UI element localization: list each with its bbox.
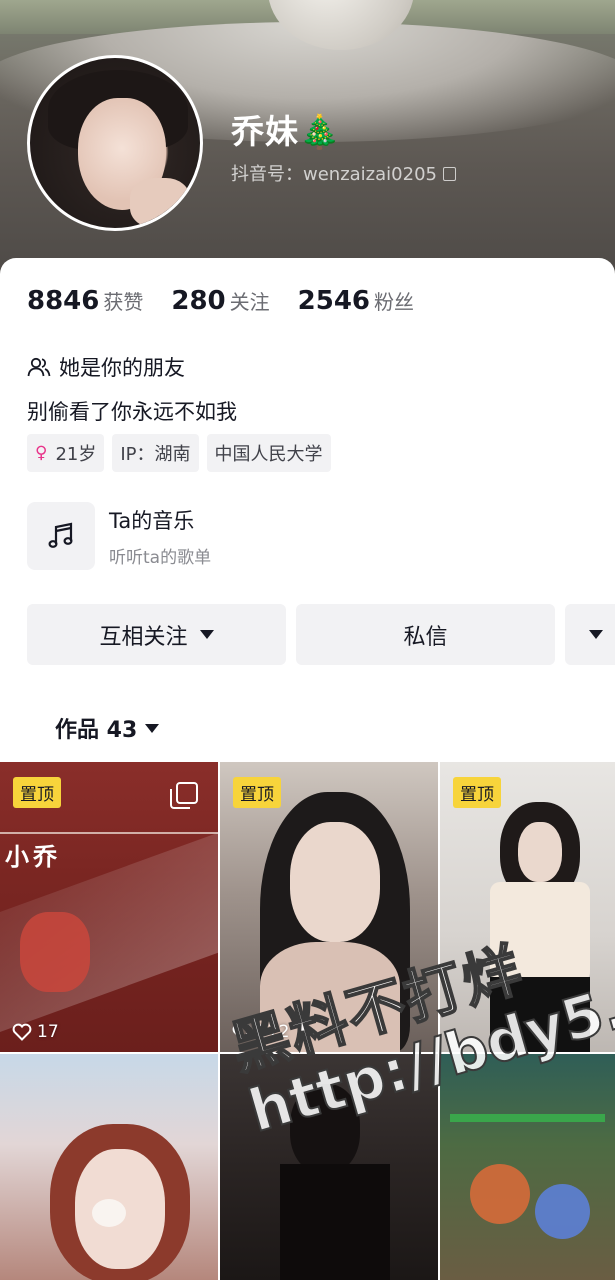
heart-icon <box>12 1023 32 1041</box>
video-thumbnail[interactable]: 置顶 372 <box>220 762 438 1052</box>
music-subtitle: 听听ta的歌单 <box>109 547 212 568</box>
relation-line: 她是你的朋友 <box>27 352 185 382</box>
female-icon: ♀ <box>35 443 48 463</box>
caret-down-icon <box>199 630 214 639</box>
multi-image-icon <box>170 782 198 809</box>
like-count: 17 <box>12 1022 59 1042</box>
stat-label: 粉丝 <box>374 290 415 314</box>
video-thumbnail[interactable] <box>220 1054 438 1280</box>
tags-row: ♀ 21岁 IP：湖南 中国人民大学 <box>27 434 331 472</box>
bio: 别偷看了你永远不如我 <box>27 400 237 424</box>
video-thumbnail[interactable]: 置顶 <box>440 762 615 1052</box>
action-buttons: 互相关注 私信 <box>27 604 615 665</box>
follow-label: 互相关注 <box>99 624 188 650</box>
nickname: 乔妹🎄 <box>231 112 342 151</box>
works-tab-label: 作品 43 <box>55 718 138 743</box>
stats-row: 8846 获赞 280 关注 2546 粉丝 <box>27 286 414 316</box>
tag-school[interactable]: 中国人民大学 <box>206 434 331 472</box>
stat-likes[interactable]: 8846 获赞 <box>27 286 143 316</box>
relation-text: 她是你的朋友 <box>59 356 185 380</box>
more-button[interactable] <box>565 604 615 665</box>
video-thumbnail[interactable] <box>440 1054 615 1280</box>
poster-title: 小乔 <box>5 843 61 871</box>
message-button[interactable]: 私信 <box>296 604 555 665</box>
music-entry[interactable]: Ta的音乐 听听ta的歌单 <box>27 502 211 570</box>
copy-icon[interactable] <box>442 167 456 181</box>
tab-works[interactable]: 作品 43 <box>55 712 160 744</box>
mutual-follow-button[interactable]: 互相关注 <box>27 604 286 665</box>
profile-banner: 乔妹🎄 抖音号：wenzaizai0205 <box>0 0 615 300</box>
caret-down-icon <box>589 630 603 639</box>
message-label: 私信 <box>403 624 448 650</box>
pinned-badge: 置顶 <box>453 777 501 808</box>
pinned-badge: 置顶 <box>13 777 61 808</box>
caret-down-icon <box>145 723 160 733</box>
avatar[interactable] <box>27 55 203 231</box>
douyin-id-text: 抖音号：wenzaizai0205 <box>231 164 437 185</box>
heart-icon <box>232 1023 252 1041</box>
stat-value: 2546 <box>297 286 371 316</box>
music-title: Ta的音乐 <box>109 508 195 533</box>
douyin-id[interactable]: 抖音号：wenzaizai0205 <box>231 160 456 186</box>
stat-followers[interactable]: 2546 粉丝 <box>298 286 414 316</box>
like-count: 372 <box>232 1022 289 1042</box>
stat-label: 获赞 <box>103 290 144 314</box>
tag-age: ♀ 21岁 <box>27 434 105 472</box>
stat-value: 8846 <box>27 286 100 316</box>
pinned-badge: 置顶 <box>233 777 281 808</box>
people-icon <box>27 357 51 377</box>
stat-value: 280 <box>171 286 226 316</box>
tag-ip: IP：湖南 <box>112 434 199 472</box>
video-thumbnail[interactable]: 小乔 置顶 17 <box>0 762 218 1052</box>
stat-following[interactable]: 280 关注 <box>171 286 269 316</box>
tag-age-text: 21岁 <box>55 444 97 465</box>
stat-label: 关注 <box>229 290 270 314</box>
video-thumbnail[interactable] <box>0 1054 218 1280</box>
music-note-icon <box>27 502 95 570</box>
